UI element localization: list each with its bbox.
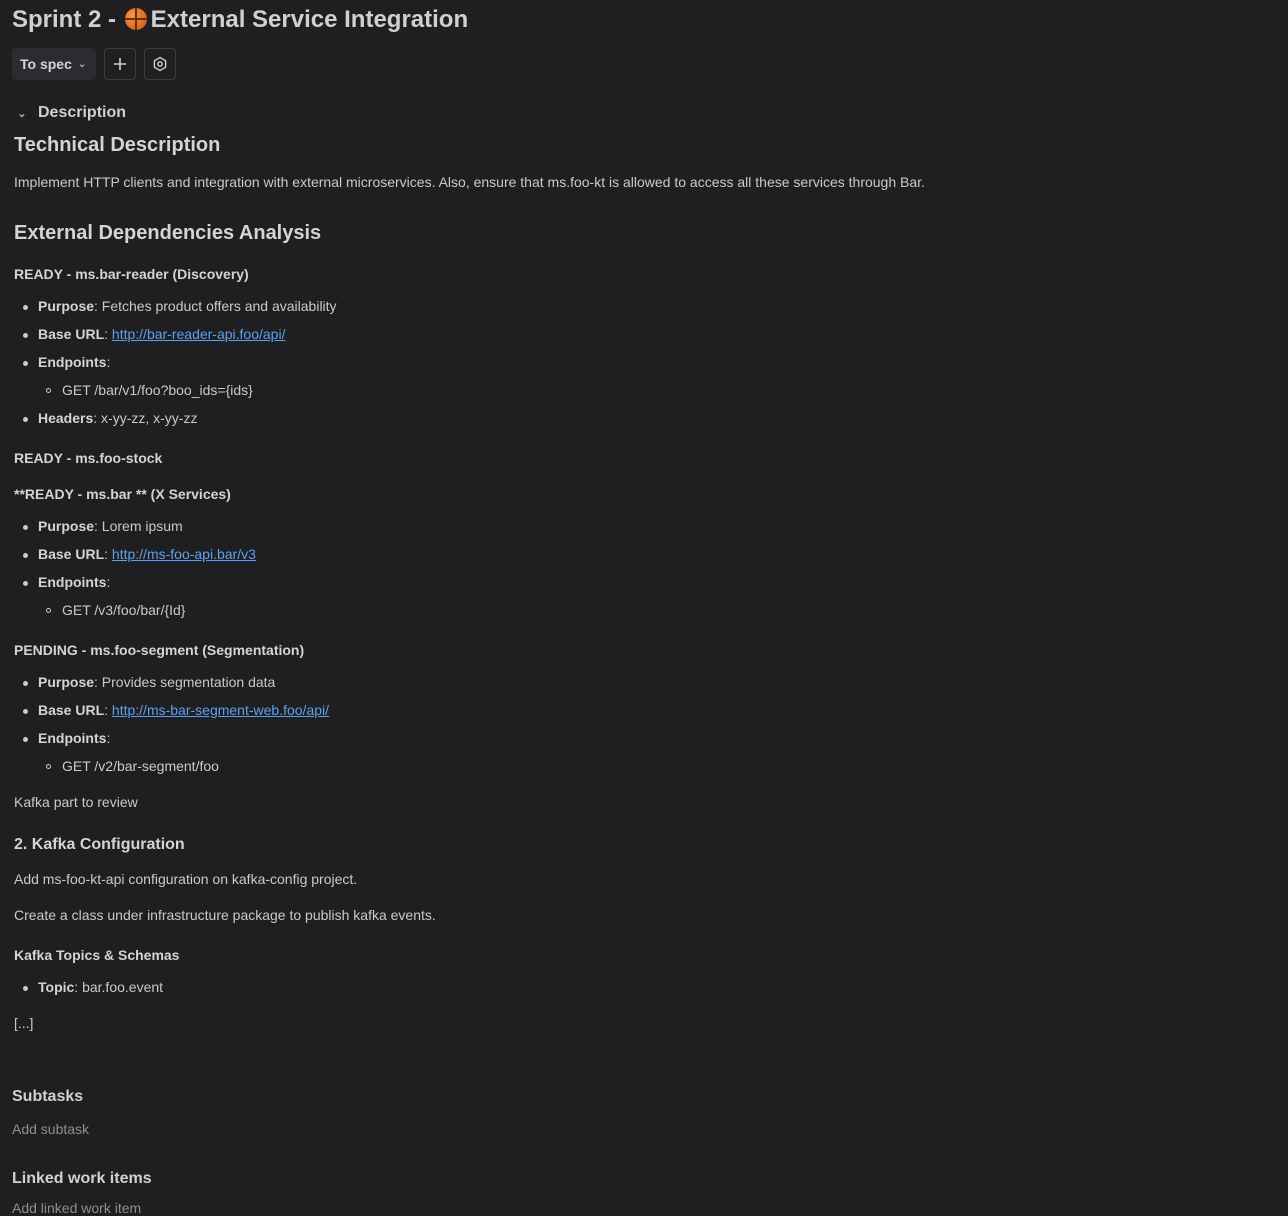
headers-value: : x-yy-zz, x-yy-zz — [93, 410, 198, 426]
purpose-value: : Fetches product offers and availabilit… — [94, 298, 337, 314]
purpose-label: Purpose — [38, 674, 95, 690]
description-label: Description — [38, 104, 127, 121]
toolbar: To spec ⌄ — [12, 48, 177, 80]
ellipsis-text: [...] — [14, 1015, 34, 1031]
baseurl-sep: : — [104, 546, 112, 562]
list-item: Endpoints: — [14, 730, 110, 746]
baseurl-label: Base URL — [38, 546, 105, 562]
add-subtask-button[interactable]: Add subtask — [12, 1121, 89, 1137]
list-item: Topic: bar.foo.event — [14, 979, 163, 995]
list-item: Base URL: http://ms-foo-api.bar/v3 — [14, 546, 256, 562]
dep-title: READY - ms.foo-stock — [14, 450, 163, 466]
deps-heading: External Dependencies Analysis — [14, 222, 322, 244]
subtasks-title: Subtasks — [12, 1088, 84, 1105]
dep-title: **READY - ms.bar ** (X Services) — [14, 486, 231, 502]
description-toggle[interactable]: ⌄ Description — [16, 104, 126, 122]
settings-button[interactable] — [144, 48, 177, 80]
purpose-label: Purpose — [38, 298, 95, 314]
purpose-value: : Lorem ipsum — [94, 518, 183, 534]
endpoints-label: Endpoints — [38, 574, 107, 590]
endpoints-label: Endpoints — [38, 354, 107, 370]
baseurl-sep: : — [104, 702, 112, 718]
kafka-heading: 2. Kafka Configuration — [14, 836, 185, 853]
baseurl-label: Base URL — [38, 702, 105, 718]
endpoints-sep: : — [106, 730, 111, 746]
endpoints-label: Endpoints — [38, 730, 107, 746]
list-item: Base URL: http://ms-bar-segment-web.foo/… — [14, 702, 329, 718]
add-button[interactable] — [104, 48, 137, 80]
endpoint-item: GET /bar/v1/foo?boo_ids={ids} — [14, 382, 253, 398]
purpose-value: : Provides segmentation data — [94, 674, 276, 690]
intro-paragraph: Implement HTTP clients and integration w… — [14, 174, 925, 190]
purpose-label: Purpose — [38, 518, 95, 534]
dep-title: PENDING - ms.foo-segment (Segmentation) — [14, 642, 305, 658]
endpoints-sep: : — [106, 354, 111, 370]
baseurl-link[interactable]: http://bar-reader-api.foo/api/ — [112, 326, 286, 342]
list-item: Purpose: Provides segmentation data — [14, 674, 275, 690]
topic-label: Topic — [38, 979, 75, 995]
issue-title[interactable]: Sprint 2 - External Service Integration — [12, 6, 468, 34]
basketball-icon — [124, 8, 147, 30]
baseurl-label: Base URL — [38, 326, 105, 342]
endpoints-sep: : — [106, 574, 111, 590]
list-item: Purpose: Lorem ipsum — [14, 518, 183, 534]
issue-view: Sprint 2 - External Service Integration … — [0, 0, 1288, 1216]
kafka-note: Kafka part to review — [14, 794, 138, 810]
status-label: To spec — [20, 56, 72, 72]
topic-value: : bar.foo.event — [74, 979, 164, 995]
list-item: Purpose: Fetches product offers and avai… — [14, 298, 337, 314]
list-item: Endpoints: — [14, 574, 110, 590]
endpoint-item: GET /v3/foo/bar/{Id} — [14, 602, 185, 618]
baseurl-link[interactable]: http://ms-bar-segment-web.foo/api/ — [112, 702, 329, 718]
linked-items-title: Linked work items — [12, 1170, 152, 1187]
baseurl-link[interactable]: http://ms-foo-api.bar/v3 — [112, 546, 256, 562]
list-item: Endpoints: — [14, 354, 110, 370]
chevron-down-icon: ⌄ — [77, 58, 87, 70]
list-item: Base URL: http://bar-reader-api.foo/api/ — [14, 326, 285, 342]
add-linked-item-button[interactable]: Add linked work item — [12, 1200, 141, 1216]
headers-label: Headers — [38, 410, 94, 426]
kafka-paragraph: Create a class under infrastructure pack… — [14, 907, 436, 923]
plus-icon — [114, 58, 127, 70]
baseurl-sep: : — [104, 326, 112, 342]
technical-description-heading: Technical Description — [14, 134, 221, 156]
topics-heading: Kafka Topics & Schemas — [14, 947, 180, 963]
list-item: Headers: x-yy-zz, x-yy-zz — [14, 410, 197, 426]
dep-title: READY - ms.bar-reader (Discovery) — [14, 266, 249, 282]
chevron-down-icon: ⌄ — [17, 107, 27, 120]
title-text: External Service Integration — [150, 6, 469, 33]
kafka-paragraph: Add ms-foo-kt-api configuration on kafka… — [14, 871, 358, 887]
settings-icon — [153, 56, 167, 72]
endpoint-item: GET /v2/bar-segment/foo — [14, 758, 219, 774]
status-dropdown[interactable]: To spec ⌄ — [12, 48, 97, 80]
title-prefix: Sprint 2 - — [12, 6, 123, 33]
